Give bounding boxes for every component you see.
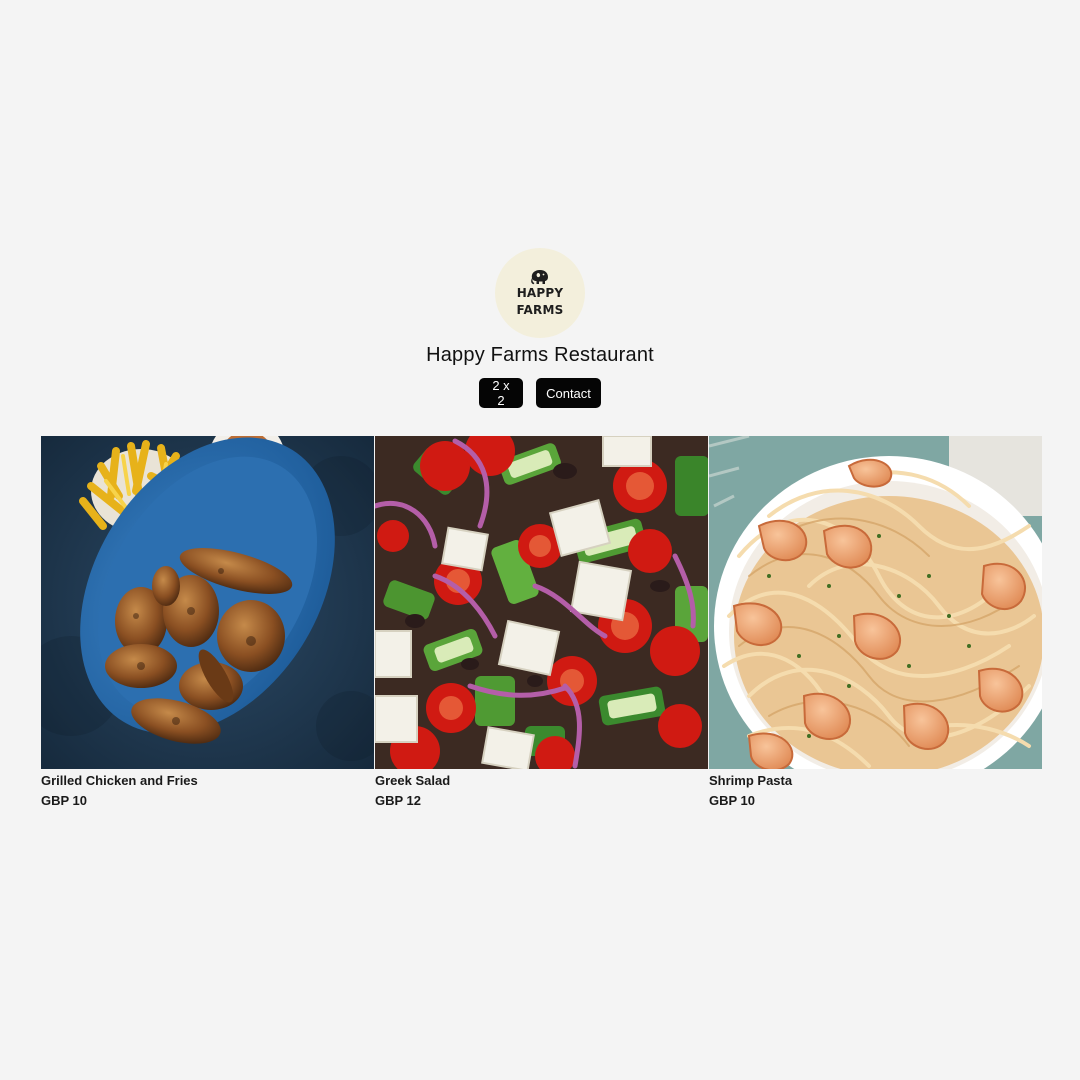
- grid-layout-button[interactable]: 2 x 2: [479, 378, 523, 408]
- shrimp-pasta-photo[interactable]: [709, 436, 1042, 769]
- greek-salad-photo[interactable]: [375, 436, 708, 769]
- contact-button[interactable]: Contact: [536, 378, 601, 408]
- logo-text-happy: HAPPY: [516, 286, 564, 300]
- product-name[interactable]: Greek Salad: [375, 773, 709, 789]
- product-card[interactable]: Greek Salad GBP 12: [375, 436, 709, 809]
- storefront-page: HAPPY FARMS Happy Farms Restaurant 2 x 2…: [0, 0, 1080, 1080]
- product-price: GBP 12: [375, 793, 422, 808]
- logo-text-farms: FARMS: [516, 303, 564, 317]
- product-price: GBP 10: [41, 793, 88, 808]
- product-grid: Grilled Chicken and Fries GBP 10 Greek S…: [41, 436, 1043, 809]
- store-header: HAPPY FARMS Happy Farms Restaurant 2 x 2…: [0, 248, 1080, 408]
- product-card[interactable]: Shrimp Pasta GBP 10: [709, 436, 1043, 809]
- elephant-icon: [531, 270, 548, 285]
- store-logo: HAPPY FARMS: [495, 248, 585, 338]
- header-actions: 2 x 2 Contact: [479, 378, 601, 408]
- product-card[interactable]: Grilled Chicken and Fries GBP 10: [41, 436, 375, 809]
- product-name[interactable]: Shrimp Pasta: [709, 773, 1043, 789]
- product-name[interactable]: Grilled Chicken and Fries: [41, 773, 375, 789]
- store-title: Happy Farms Restaurant: [426, 344, 654, 366]
- grilled-chicken-and-fries-photo[interactable]: [41, 436, 374, 769]
- product-price: GBP 10: [709, 793, 756, 808]
